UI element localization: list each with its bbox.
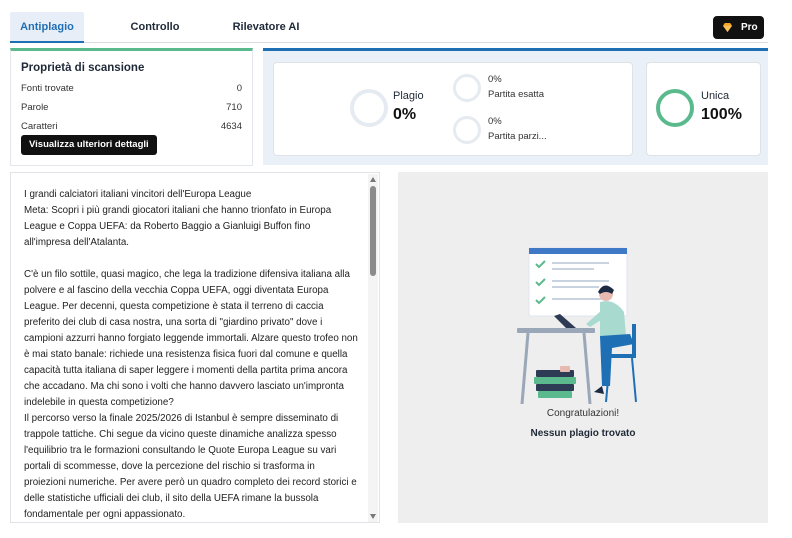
editor-scrollbar[interactable]	[368, 174, 378, 522]
tab-ai-detector[interactable]: Rilevatore AI	[230, 12, 302, 43]
pro-label: Pro	[741, 22, 758, 33]
exact-match-value: 0%	[488, 74, 502, 85]
scroll-thumb[interactable]	[370, 186, 376, 276]
editor-paragraph: Meta: Scopri i più grandi giocatori ital…	[24, 205, 332, 248]
unique-stats-card: Unica 100%	[646, 62, 761, 156]
plagiarism-ring	[350, 89, 388, 127]
characters-value: 4634	[220, 121, 242, 132]
plagiarism-label: Plagio	[393, 90, 424, 102]
editor-paragraph: C'è un filo sottile, quasi magico, che l…	[24, 269, 358, 408]
stats-panel: Plagio 0% 0% Partita esatta 0% Partita p…	[263, 48, 768, 165]
tab-antiplagio[interactable]: Antiplagio	[10, 12, 84, 43]
sources-found-label: Fonti trovate	[21, 83, 74, 94]
scan-properties-title: Proprietà di scansione	[21, 62, 145, 74]
editor-paragraph: I grandi calciatori italiani vincitori d…	[24, 189, 252, 200]
scroll-up-arrow-icon[interactable]	[370, 177, 376, 182]
plagiarism-stats-card: Plagio 0% 0% Partita esatta 0% Partita p…	[273, 62, 633, 156]
diamond-icon	[723, 23, 732, 32]
unique-value: 100%	[701, 106, 742, 123]
words-label: Parole	[21, 102, 49, 113]
congratulations-text: Congratulazioni!	[546, 408, 620, 419]
scan-properties-card: Proprietà di scansione Fonti trovate 0 P…	[10, 48, 253, 166]
editor-content[interactable]: I grandi calciatori italiani vincitori d…	[24, 187, 359, 522]
no-plagiarism-message: Nessun plagio trovato	[530, 428, 636, 439]
sources-found-row: Fonti trovate 0	[21, 83, 242, 94]
partial-match-ring	[453, 116, 481, 144]
plagiarism-value: 0%	[393, 106, 417, 123]
scroll-down-arrow-icon[interactable]	[370, 514, 376, 519]
unique-ring	[656, 89, 694, 127]
words-row: Parole 710	[21, 102, 242, 113]
pro-button[interactable]: Pro	[713, 16, 764, 39]
sources-found-value: 0	[236, 83, 242, 94]
editor-blank-line	[24, 251, 359, 267]
characters-row: Caratteri 4634	[21, 121, 242, 132]
unique-label: Unica	[701, 90, 730, 102]
exact-match-ring	[453, 74, 481, 102]
result-panel: Congratulazioni! Nessun plagio trovato	[398, 172, 768, 523]
editor-paragraph: Il percorso verso la finale 2025/2026 di…	[24, 413, 357, 520]
partial-match-value: 0%	[488, 116, 502, 127]
words-value: 710	[226, 102, 242, 113]
tab-bar: Antiplagio Controllo grammaticale Rileva…	[10, 12, 768, 64]
view-more-details-button[interactable]: Visualizza ulteriori dettagli	[21, 135, 157, 155]
characters-label: Caratteri	[21, 121, 58, 132]
exact-match-label: Partita esatta	[488, 89, 544, 100]
text-editor[interactable]: I grandi calciatori italiani vincitori d…	[10, 172, 380, 523]
tab-grammar-check[interactable]: Controllo grammaticale	[96, 12, 214, 64]
no-plagiarism-illustration	[517, 247, 637, 404]
partial-match-label: Partita parzi...	[488, 131, 547, 142]
